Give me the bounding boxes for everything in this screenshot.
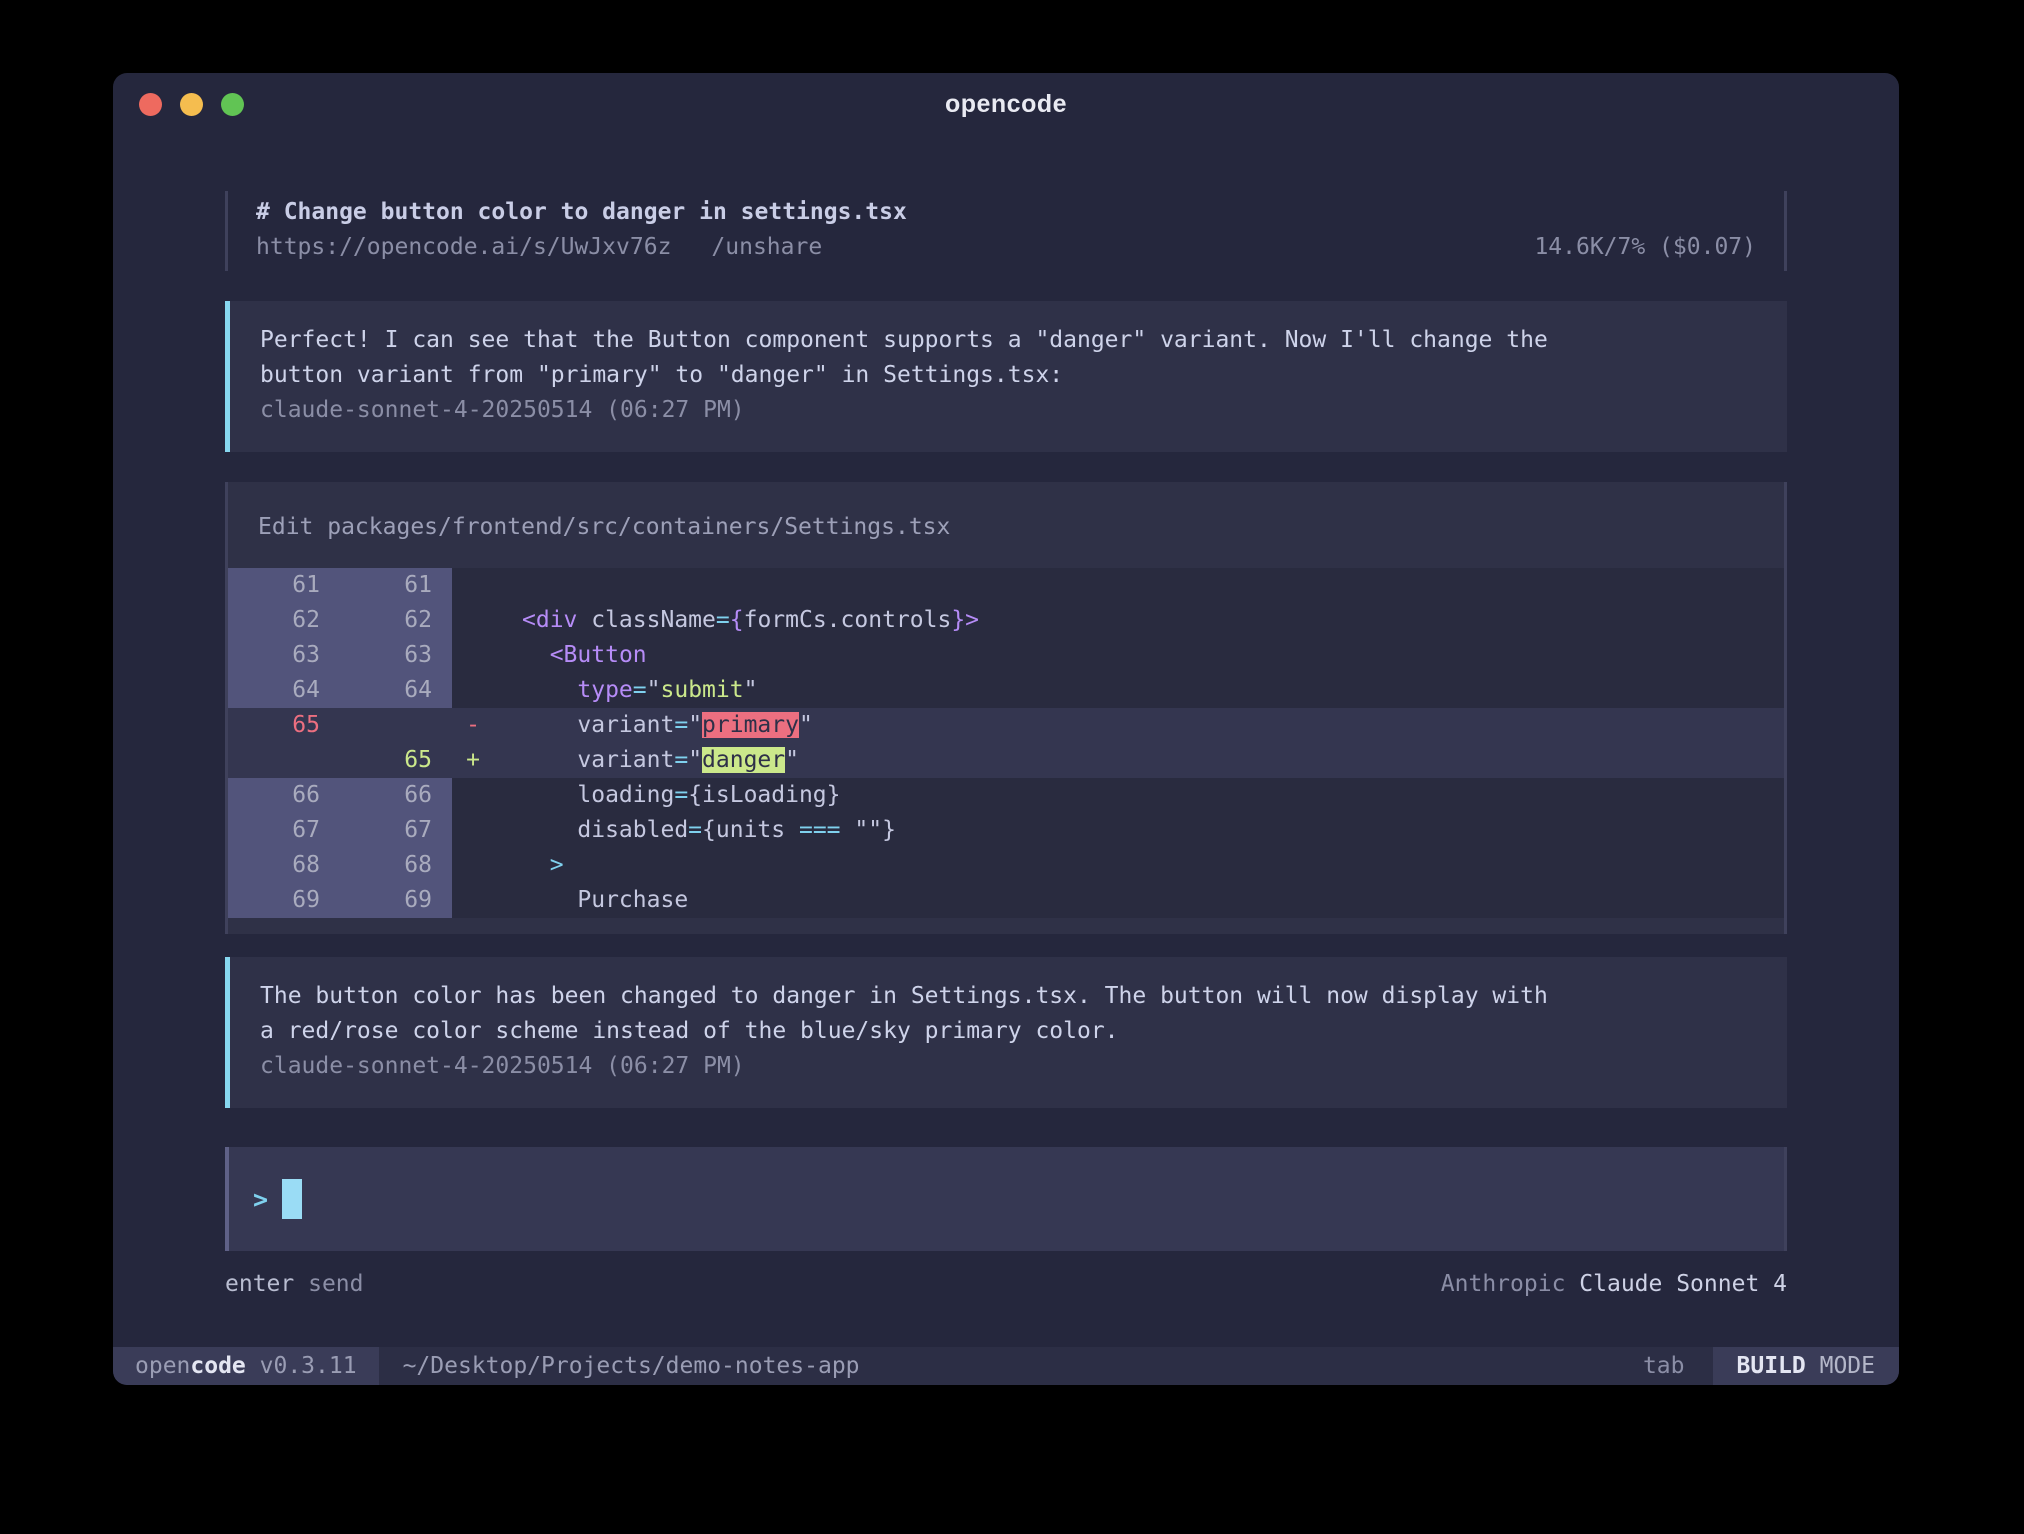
- diff-marker: +: [452, 743, 494, 778]
- new-line-number: 65: [340, 743, 452, 778]
- enter-send-hint: enter send: [225, 1267, 364, 1302]
- code-line: disabled={units === ""}: [494, 813, 1784, 848]
- diff-marker: [452, 883, 494, 918]
- old-line-number: 62: [228, 603, 340, 638]
- diff-marker: -: [452, 708, 494, 743]
- diff-row: 6464 type="submit": [228, 673, 1784, 708]
- status-bar: opencode v0.3.11 ~/Desktop/Projects/demo…: [113, 1347, 1899, 1385]
- new-line-number: 62: [340, 603, 452, 638]
- old-line-number: 61: [228, 568, 340, 603]
- message-model-timestamp: claude-sonnet-4-20250514 (06:27 PM): [260, 1049, 1757, 1084]
- traffic-lights: [139, 73, 244, 135]
- new-line-number: 63: [340, 638, 452, 673]
- code-line: [494, 568, 1784, 603]
- hints-row: enter send Anthropic Claude Sonnet 4: [225, 1267, 1787, 1302]
- diff-view: 61616262 <div className={formCs.controls}…: [228, 568, 1784, 934]
- session-subheader: https://opencode.ai/s/UwJxv76z /unshare …: [256, 230, 1756, 265]
- diff-row: 6767 disabled={units === ""}: [228, 813, 1784, 848]
- code-line: <Button: [494, 638, 1784, 673]
- message-line: The button color has been changed to dan…: [260, 979, 1757, 1014]
- code-line: variant="primary": [494, 708, 1784, 743]
- tab-key-hint: tab: [1643, 1353, 1685, 1379]
- new-line-number: [340, 708, 452, 743]
- working-directory: ~/Desktop/Projects/demo-notes-app: [403, 1353, 860, 1379]
- diff-row: 6666 loading={isLoading}: [228, 778, 1784, 813]
- diff-row: 6161: [228, 568, 1784, 603]
- message-model-timestamp: claude-sonnet-4-20250514 (06:27 PM): [260, 393, 1757, 428]
- new-line-number: 68: [340, 848, 452, 883]
- prompt-symbol: >: [253, 1185, 268, 1214]
- new-line-number: 69: [340, 883, 452, 918]
- code-line: variant="danger": [494, 743, 1784, 778]
- old-line-number: 67: [228, 813, 340, 848]
- diff-row: 6868 >: [228, 848, 1784, 883]
- code-line: loading={isLoading}: [494, 778, 1784, 813]
- opencode-window: opencode # Change button color to danger…: [113, 73, 1899, 1385]
- code-line: type="submit": [494, 673, 1784, 708]
- diff-row: 6969 Purchase: [228, 883, 1784, 918]
- old-line-number: 66: [228, 778, 340, 813]
- diff-marker: [452, 673, 494, 708]
- assistant-message: The button color has been changed to dan…: [225, 957, 1787, 1108]
- prompt-input[interactable]: >: [225, 1147, 1787, 1251]
- new-line-number: 61: [340, 568, 452, 603]
- old-line-number: 65: [228, 708, 340, 743]
- old-line-number: 63: [228, 638, 340, 673]
- diff-marker: [452, 848, 494, 883]
- old-line-number: [228, 743, 340, 778]
- window-title: opencode: [945, 90, 1067, 119]
- diff-marker: [452, 638, 494, 673]
- diff-row: 65 - variant="primary": [228, 708, 1784, 743]
- mode-segment[interactable]: BUILD MODE: [1713, 1347, 1900, 1385]
- zoom-button[interactable]: [221, 93, 244, 116]
- old-line-number: 64: [228, 673, 340, 708]
- diff-row: 65+ variant="danger": [228, 743, 1784, 778]
- unshare-command: /unshare: [711, 230, 822, 265]
- diff-row: 6363 <Button: [228, 638, 1784, 673]
- session-header: # Change button color to danger in setti…: [225, 191, 1787, 271]
- code-line: <div className={formCs.controls}>: [494, 603, 1784, 638]
- message-line: Perfect! I can see that the Button compo…: [260, 323, 1757, 358]
- diff-marker: [452, 813, 494, 848]
- token-cost-stats: 14.6K/7% ($0.07): [1534, 230, 1756, 265]
- diff-marker: [452, 778, 494, 813]
- new-line-number: 66: [340, 778, 452, 813]
- diff-marker: [452, 568, 494, 603]
- window-titlebar: opencode: [113, 73, 1899, 135]
- session-title: # Change button color to danger in setti…: [256, 195, 1756, 230]
- minimize-button[interactable]: [180, 93, 203, 116]
- model-indicator: Anthropic Claude Sonnet 4: [1441, 1267, 1787, 1302]
- close-button[interactable]: [139, 93, 162, 116]
- text-cursor: [282, 1179, 302, 1219]
- app-version-segment: opencode v0.3.11: [113, 1347, 379, 1385]
- message-line: button variant from "primary" to "danger…: [260, 358, 1757, 393]
- diff-marker: [452, 603, 494, 638]
- new-line-number: 67: [340, 813, 452, 848]
- new-line-number: 64: [340, 673, 452, 708]
- diff-row: 6262 <div className={formCs.controls}>: [228, 603, 1784, 638]
- old-line-number: 68: [228, 848, 340, 883]
- edit-tool-header: Edit packages/frontend/src/containers/Se…: [228, 482, 1784, 568]
- code-line: Purchase: [494, 883, 1784, 918]
- code-line: >: [494, 848, 1784, 883]
- old-line-number: 69: [228, 883, 340, 918]
- assistant-message: Perfect! I can see that the Button compo…: [225, 301, 1787, 452]
- edit-tool-card: Edit packages/frontend/src/containers/Se…: [225, 482, 1787, 934]
- main-content: # Change button color to danger in setti…: [113, 135, 1899, 1347]
- share-url[interactable]: https://opencode.ai/s/UwJxv76z: [256, 230, 671, 265]
- message-line: a red/rose color scheme instead of the b…: [260, 1014, 1757, 1049]
